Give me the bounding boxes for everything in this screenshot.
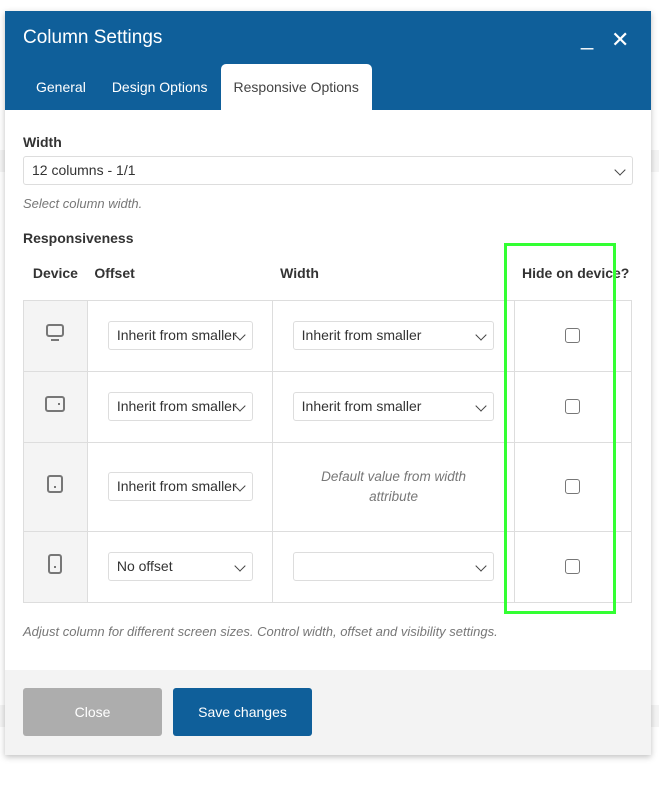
width-select[interactable]: Inherit from smaller <box>292 321 494 350</box>
header-hide: Hide on device? <box>521 264 630 281</box>
width-select[interactable]: 12 columns - 1/1 <box>23 156 633 185</box>
tab-design-options[interactable]: Design Options <box>99 64 221 110</box>
dialog-footer: Close Save changes <box>5 670 651 755</box>
table-row: No offset <box>23 530 632 603</box>
chevron-down-icon <box>614 164 626 176</box>
offset-select[interactable]: Inherit from smaller <box>107 472 253 501</box>
tab-bar: General Design Options Responsive Option… <box>23 64 372 110</box>
width-label: Width <box>23 134 62 150</box>
column-settings-dialog: Column Settings _ ✕ General Design Optio… <box>5 11 651 755</box>
table-row: Inherit from smaller Inherit from smalle… <box>23 299 632 372</box>
header-device: Device <box>32 264 78 281</box>
minimize-icon[interactable]: _ <box>581 25 593 51</box>
width-select-value: 12 columns - 1/1 <box>32 162 136 178</box>
dialog-title: Column Settings <box>23 27 163 48</box>
responsiveness-label: Responsiveness <box>23 230 134 246</box>
hide-checkbox[interactable] <box>564 399 580 414</box>
hide-checkbox[interactable] <box>564 328 580 343</box>
hide-checkbox[interactable] <box>564 479 580 494</box>
responsiveness-help: Adjust column for different screen sizes… <box>23 623 498 639</box>
header-offset: Offset <box>94 264 135 281</box>
width-help: Select column width. <box>23 196 143 211</box>
header-width: Width <box>280 264 319 281</box>
offset-select[interactable]: Inherit from smaller <box>107 392 253 421</box>
table-row: Inherit from smaller Default value from … <box>23 441 632 532</box>
desktop-icon <box>46 324 65 341</box>
width-select[interactable]: Inherit from smaller <box>292 392 494 421</box>
close-button[interactable]: Close <box>23 688 162 736</box>
dialog-header: Column Settings _ ✕ General Design Optio… <box>5 11 651 110</box>
save-changes-button[interactable]: Save changes <box>173 688 312 736</box>
width-select[interactable] <box>292 552 494 581</box>
responsive-table: Device Offset Width Hide on device? Inhe… <box>23 246 632 603</box>
width-default-note: Default value from width attribute <box>321 468 466 504</box>
tab-general[interactable]: General <box>23 64 99 110</box>
tab-responsive-options[interactable]: Responsive Options <box>220 64 372 110</box>
tablet-landscape-icon <box>45 396 66 412</box>
table-row: Inherit from smaller Inherit from smalle… <box>23 370 632 443</box>
tablet-portrait-icon <box>47 475 64 493</box>
mobile-icon <box>48 554 63 574</box>
offset-select[interactable]: Inherit from smaller <box>107 321 253 350</box>
offset-select[interactable]: No offset <box>107 552 253 581</box>
hide-checkbox[interactable] <box>564 559 580 574</box>
close-icon[interactable]: ✕ <box>611 27 629 53</box>
